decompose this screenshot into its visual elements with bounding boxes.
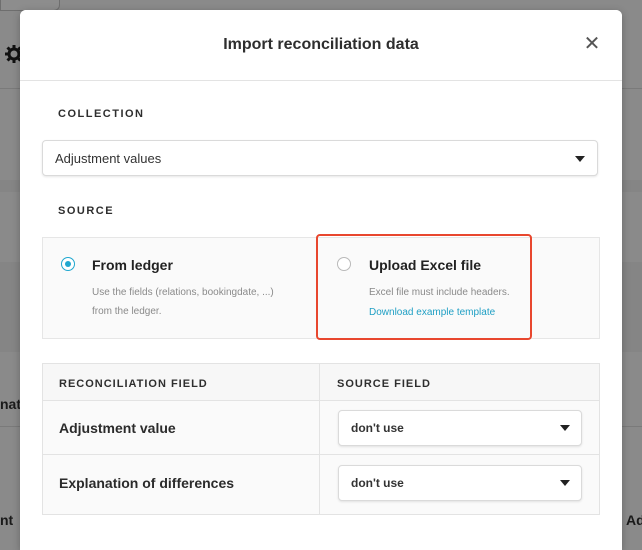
option-title: From ledger [92,257,173,273]
radio-ledger[interactable] [61,257,75,271]
background-text: nt [0,512,14,528]
table-row: Adjustment value don't use [43,400,599,455]
collection-select[interactable]: Adjustment values [42,140,598,176]
option-description: from the ledger. [92,306,162,317]
row-field-label: Adjustment value [59,420,176,436]
source-field-value: don't use [351,476,404,490]
chevron-down-icon [560,480,570,486]
import-dialog: Import reconciliation data ✕ COLLECTION … [20,10,622,550]
source-field-value: don't use [351,421,404,435]
background-text: Ad [626,512,642,528]
dialog-title: Import reconciliation data [223,36,419,53]
option-description: Use the fields (relations, bookingdate, … [92,287,274,298]
column-header-reconciliation-field: RECONCILIATION FIELD [59,378,208,390]
column-header-source-field: SOURCE FIELD [337,378,431,390]
collection-select-value: Adjustment values [55,151,162,166]
chevron-down-icon [560,425,570,431]
source-label: SOURCE [58,205,115,217]
dialog-header: Import reconciliation data ✕ [20,10,622,81]
source-field-select[interactable]: don't use [338,410,582,446]
chevron-down-icon [575,156,585,162]
highlight-box [316,234,532,340]
close-button[interactable]: ✕ [582,34,602,54]
field-mapping-table: RECONCILIATION FIELD SOURCE FIELD Adjust… [42,363,600,515]
row-field-label: Explanation of differences [59,475,235,491]
collection-label: COLLECTION [58,108,145,120]
source-field-select[interactable]: don't use [338,465,582,501]
table-row: Explanation of differences don't use [43,455,599,510]
table-header: RECONCILIATION FIELD SOURCE FIELD [43,364,599,401]
